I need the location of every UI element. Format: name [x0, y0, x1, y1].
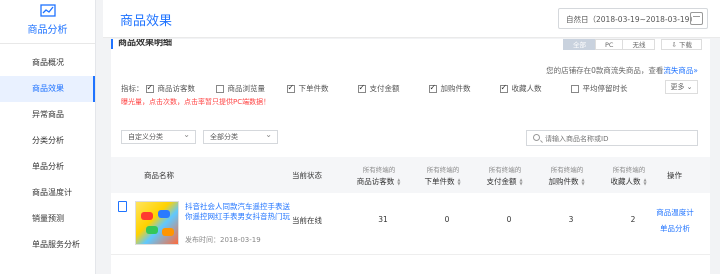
sort-icon: ▲ ▼: [519, 177, 523, 186]
download-button[interactable]: ⇩ 下载: [661, 39, 702, 50]
metric-pageviews[interactable]: 商品浏览量: [215, 83, 287, 94]
col-orders[interactable]: 所有终端的 下单件数 ▲ ▼: [415, 164, 471, 187]
metric-stay-time[interactable]: 平均停留时长: [570, 83, 628, 94]
metrics-selector: 指标： 商品访客数 商品浏览量 下单件数 支付金额 加购件数 收藏人数 平均停留…: [121, 83, 628, 94]
checkbox[interactable]: [570, 84, 579, 93]
pc-only-warning: 曝光量，点击次数，点击率暂只提供PC端数据！: [121, 98, 271, 106]
terminal-segment: 全部 PC 无线 ⇩ 下载: [563, 39, 702, 50]
metric-visitors[interactable]: 商品访客数: [145, 83, 216, 94]
checkbox[interactable]: [428, 83, 437, 93]
custom-category-select[interactable]: 自定义分类: [121, 129, 196, 144]
download-icon: ⇩: [671, 41, 679, 49]
segment-pc[interactable]: PC: [595, 39, 624, 50]
table-row: 抖音社会人同款汽车遥控手表送你遥控网红手表男女抖音热门玩 发布时间：2018-0…: [111, 193, 710, 255]
checkbox[interactable]: [145, 83, 154, 93]
chevron-down-icon: ⌄: [684, 83, 693, 91]
more-metrics-button[interactable]: 更多 ⌄: [665, 80, 698, 94]
metric-orders[interactable]: 下单件数: [286, 83, 358, 94]
sidebar-item-thermometer[interactable]: 商品温度计: [0, 180, 95, 206]
checkbox[interactable]: [499, 83, 508, 93]
sidebar-item-category[interactable]: 分类分析: [0, 128, 95, 154]
col-cart[interactable]: 所有终端的 加购件数 ▲ ▼: [539, 164, 595, 187]
chart-icon: [39, 4, 56, 17]
segment-all[interactable]: 全部: [563, 39, 597, 50]
main-content: 商品效果 自然日（2018-03-19~2018-03-19） 商品效果明细 全…: [103, 0, 720, 274]
col-action: 操作: [667, 171, 682, 180]
sidebar-item-overview[interactable]: 商品概况: [0, 50, 95, 76]
col-payment[interactable]: 所有终端的 支付金额 ▲ ▼: [477, 164, 533, 187]
calendar-icon[interactable]: [690, 12, 703, 25]
sidebar-title: 商品分析: [27, 25, 68, 36]
sort-icon: ▲ ▼: [581, 177, 585, 186]
col-visitors[interactable]: 所有终端的 商品访客数 ▲ ▼: [351, 164, 407, 187]
publish-time: 发布时间：2018-03-19: [185, 236, 261, 244]
segment-wireless[interactable]: 无线: [622, 39, 656, 50]
metrics-label: 指标：: [121, 84, 144, 93]
date-range-picker[interactable]: 自然日（2018-03-19~2018-03-19）: [558, 8, 708, 29]
sidebar-header: 商品分析: [0, 4, 95, 44]
search-input[interactable]: [545, 133, 695, 144]
lost-goods-link[interactable]: 流失商品»: [663, 66, 698, 75]
edit-icon[interactable]: [118, 201, 127, 212]
cart-cell: 3: [568, 215, 574, 224]
metric-payment[interactable]: 支付金额: [357, 83, 429, 94]
favorites-cell: 2: [630, 215, 636, 224]
sort-icon: ▲ ▼: [457, 177, 461, 186]
sidebar-item-abnormal[interactable]: 异常商品: [0, 102, 95, 128]
sidebar-item-effect[interactable]: 商品效果: [0, 76, 95, 102]
sidebar-item-single[interactable]: 单品分析: [0, 154, 95, 180]
lost-goods-notice: 您的店铺存在0款商流失商品，查看流失商品»: [546, 66, 698, 75]
visitors-cell: 31: [378, 215, 388, 224]
sort-icon: ▲ ▼: [397, 177, 401, 186]
product-search[interactable]: [526, 130, 698, 146]
col-status: 当前状态: [292, 171, 322, 180]
checkbox[interactable]: [357, 83, 366, 93]
product-title-link[interactable]: 抖音社会人同款汽车遥控手表送你遥控网红手表男女抖音热门玩: [185, 202, 290, 222]
product-thumbnail[interactable]: [135, 201, 179, 245]
status-cell: 当前在线: [292, 216, 322, 225]
all-category-select[interactable]: 全部分类: [203, 129, 278, 144]
sidebar-item-forecast[interactable]: 销量预测: [0, 206, 95, 232]
sort-icon: ▲ ▼: [643, 177, 647, 186]
sidebar-item-service[interactable]: 单品服务分析: [0, 232, 95, 258]
col-name: 商品名称: [144, 171, 174, 180]
page-title: 商品效果: [120, 14, 173, 29]
page-header: 商品效果 自然日（2018-03-19~2018-03-19）: [103, 0, 720, 38]
orders-cell: 0: [444, 215, 450, 224]
metric-favorites[interactable]: 收藏人数: [499, 83, 571, 94]
table-header: 商品名称 当前状态 所有终端的 商品访客数 ▲ ▼ 所有终端的 下单件数 ▲ ▼ 所有终端的…: [111, 157, 710, 193]
single-analysis-link[interactable]: 单品分析: [649, 223, 701, 234]
col-favorites[interactable]: 所有终端的 收藏人数 ▲ ▼: [601, 164, 657, 187]
thermometer-link[interactable]: 商品温度计: [649, 207, 701, 218]
metric-cart[interactable]: 加购件数: [428, 83, 500, 94]
effect-panel: 商品效果明细 全部 PC 无线 ⇩ 下载 您的店铺存在0款商流失商品，查看流失商…: [111, 39, 710, 274]
date-range-text: 自然日（2018-03-19~2018-03-19）: [566, 15, 697, 24]
section-title: 商品效果明细: [111, 39, 172, 49]
checkbox[interactable]: [215, 84, 224, 93]
payment-cell: 0: [506, 215, 512, 224]
sidebar: 商品分析 商品概况 商品效果 异常商品 分类分析 单品分析 商品温度计 销量预测…: [0, 0, 96, 274]
search-icon: [533, 134, 540, 141]
checkbox[interactable]: [286, 83, 295, 93]
